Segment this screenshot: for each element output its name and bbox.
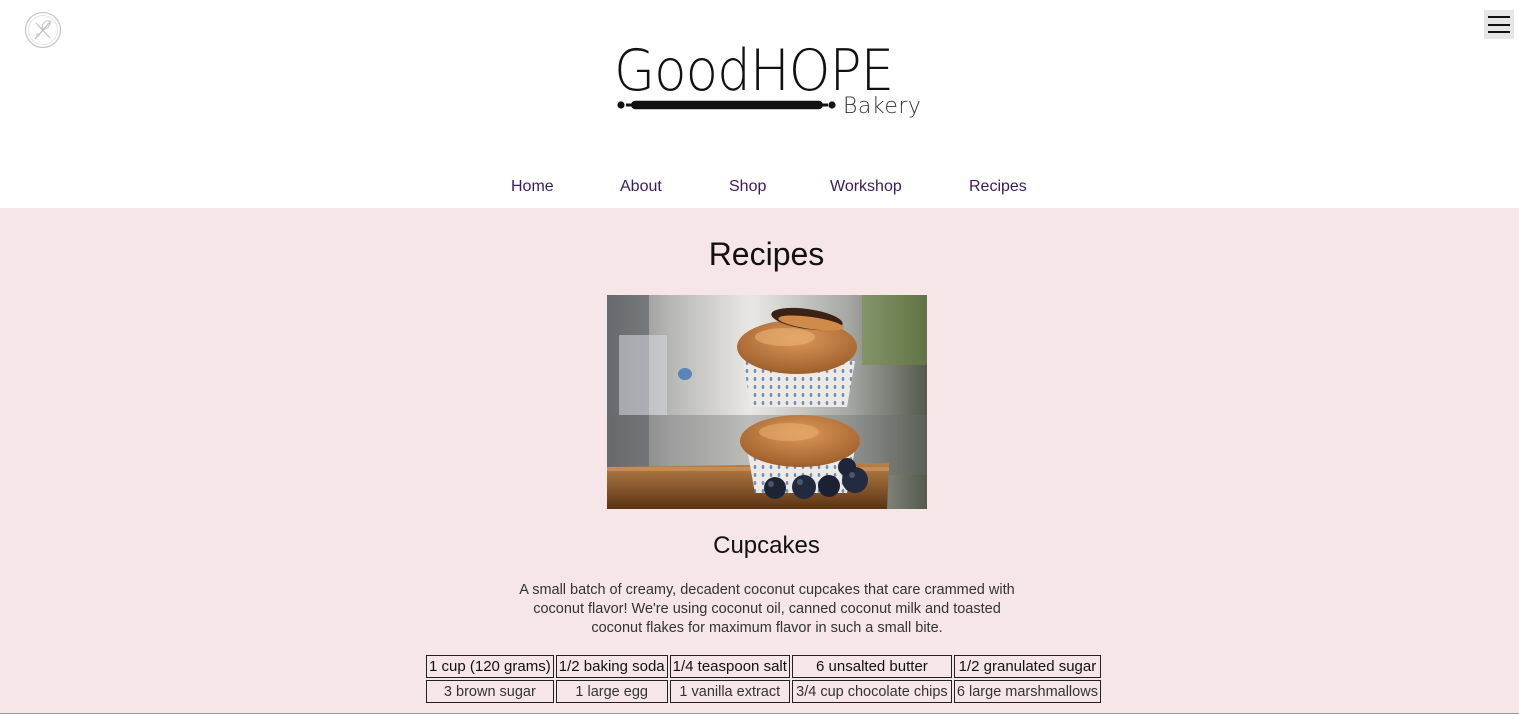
nav-recipes[interactable]: Recipes [969,178,1027,196]
cupcakes-photo [607,295,927,509]
brand-name: GoodHOPE [614,38,894,104]
recipe-description: A small batch of creamy, decadent coconu… [519,582,1015,636]
ingredient-cell: 1 large egg [555,680,668,703]
table-row: 3 brown sugar 1 large egg 1 vanilla extr… [426,680,1101,703]
ingredient-cell: 1/2 granulated sugar [953,655,1101,678]
hamburger-menu-icon[interactable] [1484,10,1514,39]
rolling-pin-icon [617,100,836,110]
nav-shop[interactable]: Shop [729,178,766,196]
ingredient-cell: 6 unsalted butter [791,655,952,678]
nav-about[interactable]: About [620,178,662,196]
ingredient-cell: 1/2 baking soda [555,655,668,678]
ingredient-cell: 6 large marshmallows [953,680,1101,703]
table-row: 1 cup (120 grams) 1/2 baking soda 1/4 te… [426,655,1101,678]
ingredient-cell: 3 brown sugar [426,680,554,703]
ingredient-cell: 1 vanilla extract [669,680,790,703]
brand-logo[interactable]: GoodHOPE Bakery [614,40,924,126]
brand-subtitle: Bakery [843,94,922,119]
menu-bar [1488,23,1510,26]
nav-home[interactable]: Home [511,178,554,196]
recipe-title: Cupcakes [713,532,820,559]
page-title: Recipes [708,236,825,272]
menu-bar [1488,16,1510,18]
ingredient-cell: 3/4 cup chocolate chips [791,680,952,703]
recipes-section: Recipes Cupcakes A small batch of creamy… [0,208,1519,714]
bakery-whisk-logo-icon[interactable] [24,11,62,49]
site-header: GoodHOPE Bakery Home About Shop Workshop… [0,0,1519,208]
ingredient-cell: 1/4 teaspoon salt [669,655,790,678]
main-navigation: Home About Shop Workshop Recipes [0,178,1519,202]
nav-workshop[interactable]: Workshop [830,178,902,196]
ingredient-cell: 1 cup (120 grams) [426,655,554,678]
menu-bar [1488,31,1510,33]
ingredients-table: 1 cup (120 grams) 1/2 baking soda 1/4 te… [424,653,1103,705]
